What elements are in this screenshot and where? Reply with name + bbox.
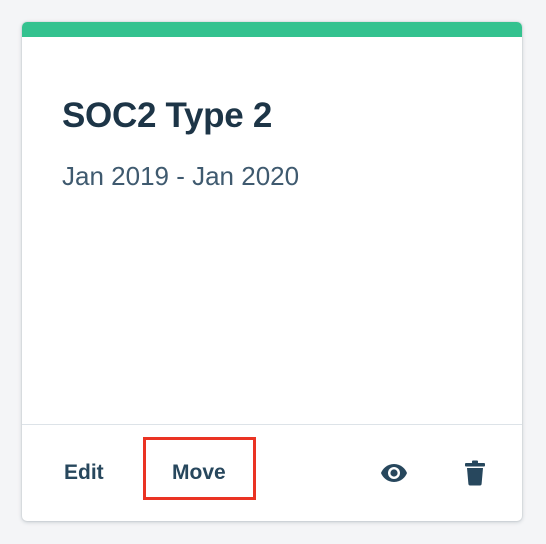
- trash-icon: [465, 460, 485, 486]
- card-date-range: Jan 2019 - Jan 2020: [62, 161, 300, 191]
- card-title: SOC2 Type 2: [62, 96, 273, 135]
- card-accent-bar: [22, 22, 522, 37]
- edit-button[interactable]: Edit: [64, 461, 104, 485]
- report-card: SOC2 Type 2 Jan 2019 - Jan 2020 Edit Mov…: [22, 22, 522, 521]
- delete-button[interactable]: [459, 457, 491, 489]
- card-footer-divider: [22, 424, 522, 425]
- eye-icon: [381, 464, 407, 482]
- move-button[interactable]: Move: [172, 461, 226, 485]
- view-button[interactable]: [378, 457, 410, 489]
